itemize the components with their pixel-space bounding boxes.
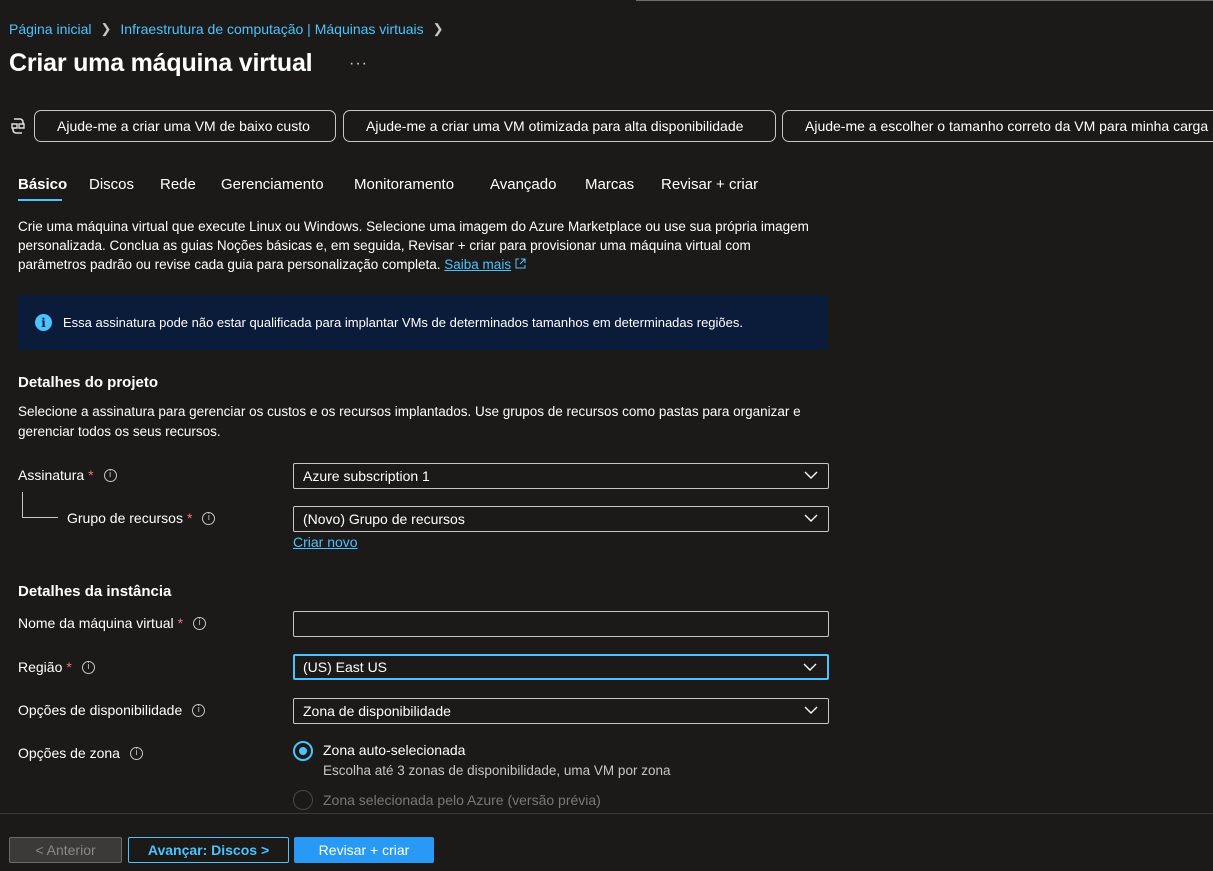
tab-rede[interactable]: Rede — [160, 176, 196, 193]
vm-name-label: Nome da máquina virtual * i — [18, 615, 207, 631]
region-label-text: Região — [18, 659, 63, 675]
chevron-down-icon — [803, 663, 817, 671]
more-options-icon[interactable]: ··· — [349, 55, 368, 73]
chevron-right-icon: ❯ — [432, 21, 444, 36]
required-marker: * — [177, 615, 184, 631]
tab-gerenciamento[interactable]: Gerenciamento — [221, 176, 324, 193]
project-details-description: Selecione a assinatura para gerenciar os… — [18, 404, 801, 439]
subscription-select[interactable]: Azure subscription 1 — [293, 463, 829, 489]
zone-options-label: Opções de zona i — [18, 745, 143, 761]
tab-basico[interactable]: Básico — [18, 176, 67, 193]
info-icon[interactable]: i — [192, 703, 206, 717]
chevron-down-icon — [804, 706, 818, 714]
region-label: Região * i — [18, 659, 95, 675]
info-icon: i — [35, 314, 52, 331]
copilot-prompt-high-availability[interactable]: Ajude-me a criar uma VM otimizada para a… — [343, 110, 776, 142]
previous-button[interactable]: < Anterior — [9, 837, 122, 863]
info-icon[interactable]: i — [202, 511, 216, 525]
chevron-right-icon: ❯ — [100, 21, 112, 36]
zone-auto-radio[interactable] — [293, 741, 313, 761]
subscription-value: Azure subscription 1 — [303, 468, 430, 484]
learn-more-label[interactable]: Saiba mais — [444, 257, 511, 272]
availability-options-label-text: Opções de disponibilidade — [18, 702, 183, 718]
info-icon[interactable]: i — [129, 746, 143, 760]
active-tab-indicator — [18, 199, 62, 201]
chevron-down-icon — [804, 514, 818, 522]
tree-connector — [22, 492, 23, 518]
zone-azure-selected-radio[interactable] — [293, 790, 313, 810]
breadcrumb: Página inicial ❯ Infraestrutura de compu… — [9, 21, 453, 37]
info-icon[interactable]: i — [193, 616, 207, 630]
banner-text: Essa assinatura pode não estar qualifica… — [63, 315, 743, 330]
copilot-icon — [11, 118, 25, 134]
availability-options-value: Zona de disponibilidade — [303, 703, 451, 719]
info-icon[interactable]: i — [81, 660, 95, 674]
availability-options-select[interactable]: Zona de disponibilidade — [293, 698, 829, 724]
availability-options-label: Opções de disponibilidade i — [18, 702, 206, 718]
vm-name-input[interactable] — [293, 611, 829, 637]
required-marker: * — [66, 659, 72, 675]
instance-details-title: Detalhes da instância — [18, 583, 172, 600]
info-banner: i Essa assinatura pode não estar qualifi… — [18, 295, 828, 350]
vm-name-label-text: Nome da máquina virtual — [18, 615, 174, 631]
create-new-resource-group-link[interactable]: Criar novo — [293, 534, 358, 550]
zone-auto-label[interactable]: Zona auto-selecionada — [323, 742, 465, 758]
resource-group-label-text: Grupo de recursos — [67, 510, 183, 526]
tree-connector — [22, 517, 58, 518]
copilot-prompt-low-cost[interactable]: Ajude-me a criar uma VM de baixo custo — [34, 110, 336, 142]
chevron-down-icon — [804, 471, 818, 479]
intro-description: Crie uma máquina virtual que execute Lin… — [18, 219, 809, 272]
subscription-label-text: Assinatura — [18, 467, 85, 483]
copilot-prompt-vm-size[interactable]: Ajude-me a escolher o tamanho correto da… — [782, 110, 1213, 142]
resource-group-label: Grupo de recursos * i — [67, 510, 216, 526]
required-marker: * — [186, 510, 193, 526]
zone-azure-selected-label[interactable]: Zona selecionada pelo Azure (versão prév… — [323, 792, 601, 808]
subscription-label: Assinatura * i — [18, 467, 117, 483]
tab-revisar-criar[interactable]: Revisar + criar — [661, 176, 758, 193]
resource-group-select[interactable]: (Novo) Grupo de recursos — [293, 506, 829, 532]
tab-avancado[interactable]: Avançado — [490, 176, 556, 193]
tab-monitoramento[interactable]: Monitoramento — [354, 176, 454, 193]
region-select[interactable]: (US) East US — [293, 654, 829, 680]
tab-discos[interactable]: Discos — [89, 176, 134, 193]
external-link-icon — [515, 258, 526, 269]
info-icon[interactable]: i — [103, 468, 117, 482]
top-strip — [0, 0, 1213, 9]
learn-more-link[interactable]: Saiba mais — [444, 257, 526, 272]
page-title: Criar uma máquina virtual — [9, 49, 313, 77]
intro-text: Crie uma máquina virtual que execute Lin… — [18, 217, 818, 274]
resource-group-value: (Novo) Grupo de recursos — [303, 511, 465, 527]
breadcrumb-virtual-machines[interactable]: Infraestrutura de computação | Máquinas … — [120, 21, 423, 37]
project-details-title: Detalhes do projeto — [18, 374, 159, 391]
breadcrumb-home[interactable]: Página inicial — [9, 21, 92, 37]
next-discos-button[interactable]: Avançar: Discos > — [128, 837, 289, 863]
search-box-edge[interactable] — [636, 0, 1213, 1]
required-marker: * — [88, 467, 94, 483]
tab-marcas[interactable]: Marcas — [585, 176, 634, 193]
region-value: (US) East US — [303, 659, 388, 675]
zone-auto-description: Escolha até 3 zonas de disponibilidade, … — [323, 763, 671, 778]
review-create-button[interactable]: Revisar + criar — [294, 837, 434, 863]
zone-options-label-text: Opções de zona — [18, 745, 120, 761]
